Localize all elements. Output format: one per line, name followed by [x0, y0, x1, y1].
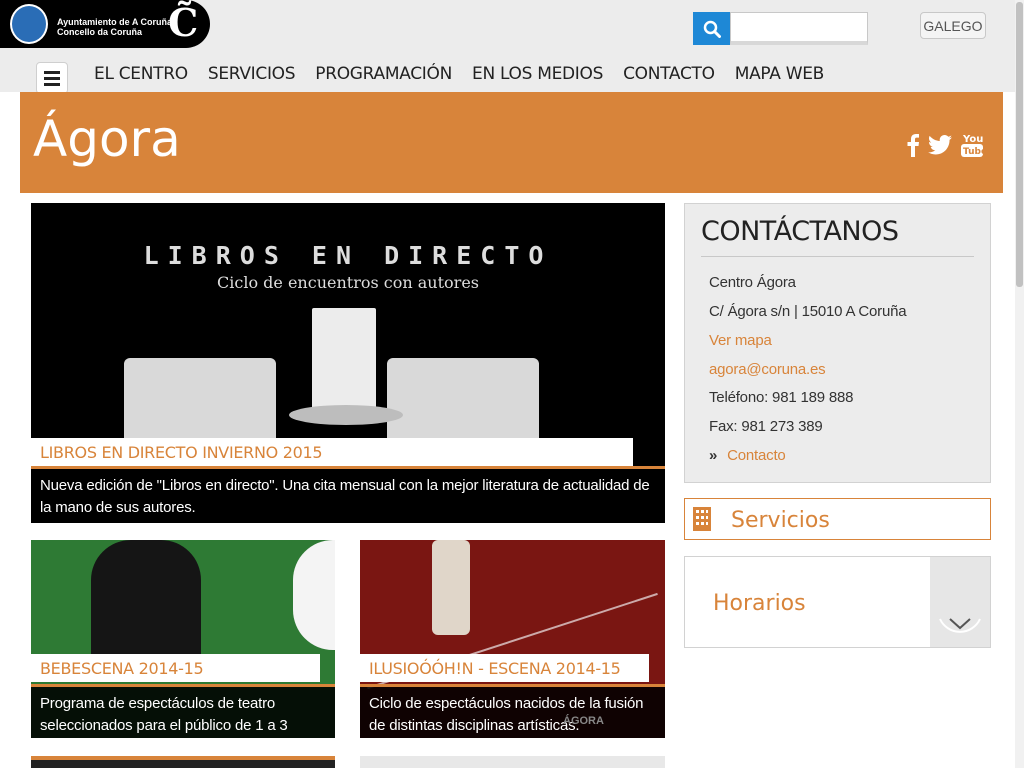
contact-fax: Fax: 981 273 389 [709, 418, 823, 435]
feature-image-heading: LIBROS EN DIRECTO [143, 241, 553, 270]
hours-accordion[interactable]: Horarios [684, 556, 991, 648]
page-banner: Ágora You Tube [20, 92, 1003, 193]
bebescena-image [91, 540, 201, 670]
bebescena-image-accent [293, 540, 335, 650]
menu-icon-bar [44, 76, 60, 80]
menu-icon-bar [44, 82, 60, 86]
contact-box: CONTÁCTANOS Centro Ágora C/ Ágora s/n | … [684, 203, 991, 483]
table-image [289, 405, 403, 425]
contact-phone: Teléfono: 981 189 888 [709, 389, 854, 406]
next-card-partial[interactable] [31, 756, 335, 768]
nav-item-en-los-medios[interactable]: EN LOS MEDIOS [472, 64, 603, 84]
map-link[interactable]: Ver mapa [709, 332, 772, 349]
card-image-caption: ÁGORA [563, 715, 604, 727]
services-label: Servicios [731, 508, 830, 533]
language-button[interactable]: GALEGO [920, 12, 986, 39]
nav-item-contacto[interactable]: CONTACTO [623, 64, 715, 84]
logo-text: Ayuntamiento de A Coruña Concello da Cor… [57, 17, 172, 37]
email-link[interactable]: agora@coruna.es [709, 361, 826, 378]
nav-item-programacion[interactable]: PROGRAMACIÓN [315, 64, 452, 84]
page-title: Ágora [33, 110, 181, 168]
hours-toggle[interactable] [930, 557, 990, 647]
svg-text:You: You [962, 134, 983, 145]
social-links: You Tube [907, 132, 983, 158]
double-chevron-right-icon: » [709, 447, 718, 464]
book-image [312, 308, 376, 418]
contact-name: Centro Ágora [709, 274, 796, 291]
svg-text:Tube: Tube [963, 147, 983, 157]
divider [701, 256, 974, 257]
contact-link[interactable]: Contacto [727, 447, 786, 464]
main-nav: EL CENTRO SERVICIOS PROGRAMACIÓN EN LOS … [94, 64, 824, 84]
nav-item-mapa-web[interactable]: MAPA WEB [735, 64, 825, 84]
search-button[interactable] [693, 12, 730, 45]
logo-line-1: Ayuntamiento de A Coruña [57, 17, 173, 27]
city-seal-icon [10, 4, 48, 44]
search-icon [703, 20, 721, 38]
menu-icon-bar [44, 70, 60, 74]
nav-item-servicios[interactable]: SERVICIOS [208, 64, 296, 84]
building-icon [693, 507, 711, 531]
nav-item-el-centro[interactable]: EL CENTRO [94, 64, 188, 84]
card-label: BEBESCENA 2014-15 [31, 654, 320, 682]
feature-description: Nueva edición de "Libros en directo". Un… [31, 466, 665, 523]
card-label: ILUSIOÓÓH!N - ESCENA 2014-15 [360, 654, 649, 682]
logo-mark: C̃ [168, 0, 199, 45]
card-bebescena[interactable]: BEBESCENA 2014-15 Programa de espectácul… [31, 540, 335, 738]
chevron-down-icon [939, 618, 981, 633]
contact-title: CONTÁCTANOS [701, 216, 899, 247]
hamburger-menu-button[interactable] [36, 62, 68, 94]
search-input[interactable] [730, 12, 868, 45]
card-ilusiooohn[interactable]: ILUSIOÓÓH!N - ESCENA 2014-15 Ciclo de es… [360, 540, 665, 738]
services-button[interactable]: Servicios [684, 498, 991, 540]
facebook-icon[interactable] [907, 133, 919, 157]
card-description: Ciclo de espectáculos nacidos de la fusi… [360, 684, 665, 738]
featured-card-libros-en-directo[interactable]: LIBROS EN DIRECTO Ciclo de encuentros co… [31, 203, 665, 523]
hours-label: Horarios [713, 591, 806, 616]
next-card-partial[interactable] [360, 756, 665, 768]
scrollbar-thumb[interactable] [1016, 2, 1023, 287]
acrobat-image [432, 540, 470, 635]
card-description: Programa de espectáculos de teatro selec… [31, 684, 335, 738]
youtube-icon[interactable]: You Tube [961, 132, 983, 158]
twitter-icon[interactable] [928, 135, 952, 155]
contact-link-row[interactable]: » Contacto [709, 447, 786, 464]
logo-line-2: Concello da Coruña [57, 27, 143, 37]
feature-image-subheading: Ciclo de encuentros con autores [217, 273, 479, 292]
feature-label: LIBROS EN DIRECTO INVIERNO 2015 [31, 438, 633, 466]
contact-address: C/ Ágora s/n | 15010 A Coruña [709, 303, 907, 320]
site-logo[interactable]: Ayuntamiento de A Coruña Concello da Cor… [0, 0, 210, 48]
